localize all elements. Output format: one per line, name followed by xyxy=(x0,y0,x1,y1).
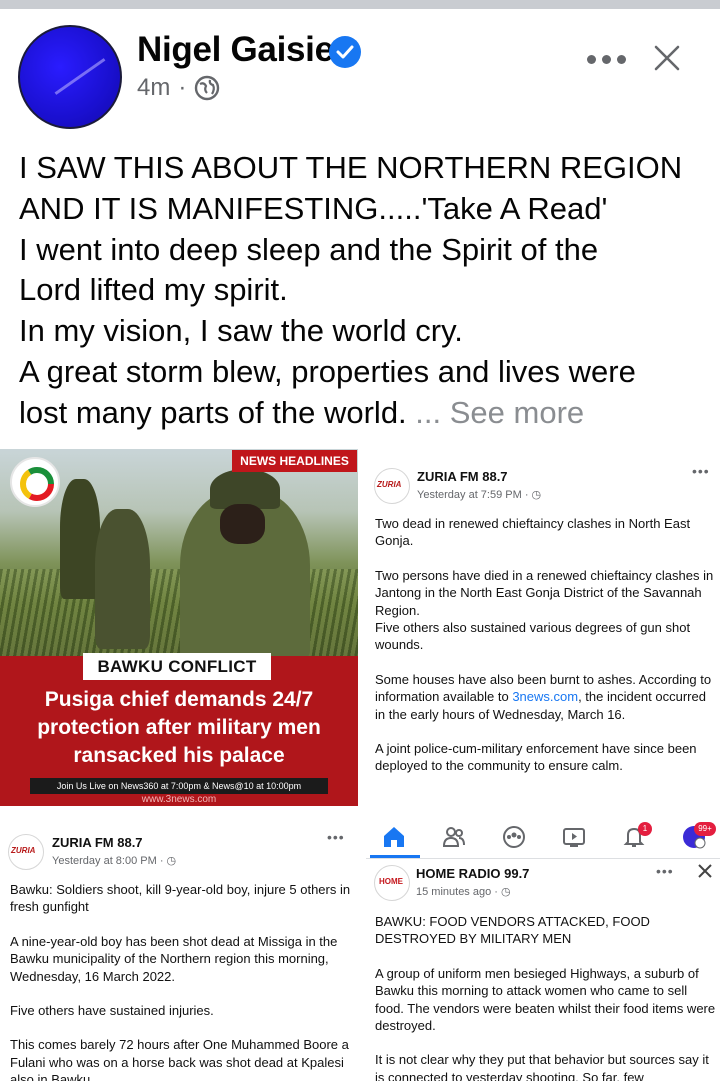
more-options-icon[interactable] xyxy=(587,55,626,64)
post-line: A great storm blew, properties and lives… xyxy=(19,353,636,389)
watch-icon xyxy=(563,828,585,847)
zuria-logo: ZURIA xyxy=(374,468,410,504)
more-options-icon: ••• xyxy=(692,463,710,479)
friends-icon xyxy=(442,827,465,847)
post-line: I SAW THIS ABOUT THE NORTHERN REGION xyxy=(19,150,683,185)
card-paragraph: Bawku: Soldiers shoot, kill 9-year-old b… xyxy=(10,882,351,915)
card-title: Two dead in renewed chieftaincy clashes … xyxy=(375,516,691,549)
card-text: BAWKU: FOOD VENDORS ATTACKED, FOOD DESTR… xyxy=(375,913,717,1081)
card-paragraph: It is not clear why they put that behavi… xyxy=(375,1052,709,1081)
card-time: Yesterday at 8:00 PM · ◷ xyxy=(52,855,177,867)
see-more-link[interactable]: ... See more xyxy=(415,395,584,430)
card-time: 15 minutes ago · ◷ xyxy=(416,886,511,898)
embedded-nav-bar xyxy=(366,815,720,859)
screenshot-card-zuria-2[interactable]: ZURIA ZURIA FM 88.7 Yesterday at 8:00 PM… xyxy=(0,815,358,1081)
page-name: ZURIA FM 88.7 xyxy=(417,469,508,484)
author-avatar[interactable] xyxy=(18,25,122,129)
author-name[interactable]: Nigel Gaisie xyxy=(137,30,334,70)
news-headline: Pusiga chief demands 24/7 protection aft… xyxy=(8,686,350,770)
card-time: Yesterday at 7:59 PM · ◷ xyxy=(417,489,542,501)
more-options-icon: ••• xyxy=(656,863,674,879)
conflict-tag: BAWKU CONFLICT xyxy=(83,653,271,680)
globe-icon: ◷ xyxy=(166,855,177,867)
page-name: HOME RADIO 99.7 xyxy=(416,866,530,881)
close-icon[interactable] xyxy=(651,42,683,74)
headline-line: ransacked his palace xyxy=(73,744,285,767)
notification-count-badge: 1 xyxy=(638,822,652,836)
post-time[interactable]: 4m xyxy=(137,74,170,102)
close-icon xyxy=(698,864,712,878)
card-paragraph: Five others also sustained various degre… xyxy=(375,620,691,653)
post-line: AND IT IS MANIFESTING.....'Take A Read' xyxy=(19,190,608,226)
home-icon xyxy=(384,827,404,847)
card-paragraph: Five others have sustained injuries. xyxy=(10,1003,214,1019)
post-line: Lord lifted my spirit. xyxy=(19,272,288,308)
post-text: I SAW THIS ABOUT THE NORTHERN REGION AND… xyxy=(19,148,709,434)
home-radio-logo: HOME xyxy=(374,865,410,901)
card-paragraph: A group of uniform men besieged Highways… xyxy=(375,965,716,1034)
meta-separator: · xyxy=(178,74,187,101)
headline-line: protection after military men xyxy=(37,716,321,739)
card-text: Two dead in renewed chieftaincy clashes … xyxy=(375,515,717,792)
globe-icon: ◷ xyxy=(501,886,511,898)
menu-count-badge: 99+ xyxy=(694,822,716,836)
card-paragraph: A nine-year-old boy has been shot dead a… xyxy=(10,933,338,984)
card-paragraph: This comes barely 72 hours after One Muh… xyxy=(10,1037,349,1081)
post-meta: 4m · xyxy=(137,74,220,102)
tv3-logo xyxy=(10,457,60,507)
verified-badge-icon xyxy=(329,36,361,68)
top-edge-bar xyxy=(0,0,720,9)
card-paragraph: A joint police-cum-military enforcement … xyxy=(375,741,697,774)
card-paragraph: Two persons have died in a renewed chief… xyxy=(375,567,714,618)
page-name: ZURIA FM 88.7 xyxy=(52,835,143,850)
zuria-logo: ZURIA xyxy=(8,834,44,870)
globe-icon: ◷ xyxy=(531,489,542,501)
post-line: I went into deep sleep and the Spirit of… xyxy=(19,231,599,267)
more-options-icon: ••• xyxy=(327,829,345,845)
active-tab-indicator xyxy=(370,855,420,858)
broadcast-times: Join Us Live on News360 at 7:00pm & News… xyxy=(30,778,328,794)
post-line: In my vision, I saw the world cry. xyxy=(19,313,463,349)
screenshot-card-home-radio[interactable]: HOME HOME RADIO 99.7 15 minutes ago · ◷ … xyxy=(366,859,720,1081)
news-link: 3news.com xyxy=(512,689,579,705)
image-gap xyxy=(358,449,366,1081)
card-paragraph: Some houses have also been burnt to ashe… xyxy=(375,671,712,722)
news-headlines-badge: NEWS HEADLINES xyxy=(232,450,357,472)
screenshot-card-zuria-1[interactable]: ZURIA ZURIA FM 88.7 Yesterday at 7:59 PM… xyxy=(366,449,720,809)
headline-line: Pusiga chief demands 24/7 xyxy=(44,688,314,711)
groups-icon xyxy=(503,826,525,848)
card-text: Bawku: Soldiers shoot, kill 9-year-old b… xyxy=(10,881,352,1081)
globe-icon xyxy=(194,75,220,101)
news-image[interactable]: NEWS HEADLINES BAWKU CONFLICT Pusiga chi… xyxy=(0,449,358,806)
news-url: www.3news.com xyxy=(141,794,217,805)
post-line-last: lost many parts of the world. ... See mo… xyxy=(19,393,709,434)
post-line: lost many parts of the world. xyxy=(19,394,407,430)
card-paragraph: BAWKU: FOOD VENDORS ATTACKED, FOOD DESTR… xyxy=(375,914,650,947)
